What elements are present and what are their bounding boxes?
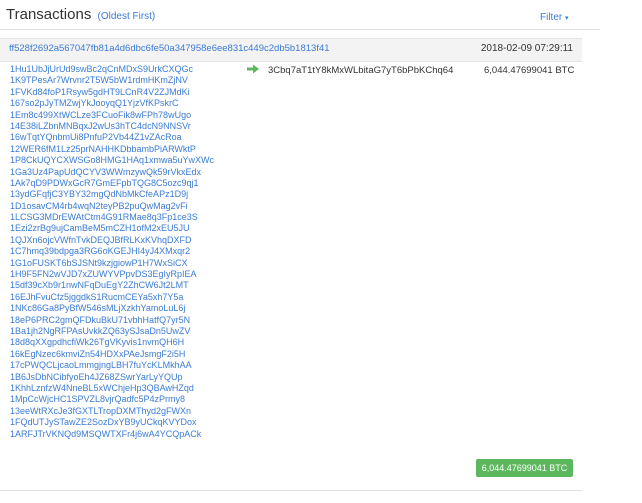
input-address-link[interactable]: 1NKc86Ga8PyBfW546sMLjXzkhYamoLuL6j [10,303,250,314]
input-address-link[interactable]: 12WER6fM1Lz25prNAHHKDbbambPiARWktP [10,144,250,155]
right-arrow-icon [247,64,259,74]
transactions-header: Transactions (Oldest First) Filter ▾ [0,0,642,30]
input-address-link[interactable]: 1QJXn6ojcVWfnTvkDEQJBfRLKxKVhqDXFD [10,235,250,246]
sort-order-link[interactable]: (Oldest First) [97,11,155,22]
input-address-link[interactable]: 1K9TPesAr7Wrvnr2T5W5bW1rdmHKmZjNV [10,75,250,86]
input-address-link[interactable]: 16wTqtYQnbmUi8PnfuP2Vb44Z1vZAcRoa [10,132,250,143]
input-address-link[interactable]: 1H9F5FN2wVJD7xZUWYVPpvDS3EgIyRpIEA [10,269,250,280]
input-address-link[interactable]: 1P8CkUQYCXWSGo8HMG1HAq1xmwa5uYwXWc [10,155,250,166]
input-address-link[interactable]: 1C7hmq39bdpga3RG6oKGEJHI4yJ4XMxqr2 [10,246,250,257]
input-address-link[interactable]: 1B6JsDbNCibfyoEh4JZ68ZSwrYarLyYQUp [10,372,250,383]
input-address-link[interactable]: 1Hu1UbJjUrUd9swBc2qCnMDxS9UrkCXQGc [10,64,250,75]
filter-dropdown[interactable]: Filter ▾ [540,12,569,23]
input-address-link[interactable]: 16EJhFvuCfz5jggdkS1RucmCEYa5xh7Y5a [10,292,250,303]
input-address-link[interactable]: 14E38iLZbnMNBqxJ2wUs3hTC4dcN9NNSVr [10,121,250,132]
input-address-link[interactable]: 13eeWtRXcJe3fGXTLTropDXMThyd2gFWXn [10,406,250,417]
input-address-link[interactable]: 1MpCcWjcHC1SPVZL8vjrQadfc5P4zPrmy8 [10,394,250,405]
output-address[interactable]: 3Cbq7aT1tY8kMxWLbitaG7yT6bPbKChq64 [268,65,453,76]
input-address-link[interactable]: 1FQdUTJySTawZE2SozDxYB9yUCkqKVYDox [10,417,250,428]
input-address-link[interactable]: 167so2pJyTMZwjYkJooyqQ1YjzVfKPskrC [10,98,250,109]
header-divider [0,29,600,30]
input-address-link[interactable]: 17cPWQCLjcaoLmmgjngLBH7fuYcKLMkhAA [10,360,250,371]
input-address-link[interactable]: 1Ba1jh2NgRFPAsUvkkZQ63ySJsaDn5UwZV [10,326,250,337]
input-address-link[interactable]: 1D1osavCM4rb4wqN2teyPB2puQwMag2vFi [10,201,250,212]
input-address-link[interactable]: 16kEgNzec6kmviZn54HDXxPAeJsmgF2i5H [10,349,250,360]
input-address-link[interactable]: 1ARFJTrVKNQd9MSQWTXFr4j6wA4YCQpACk [10,429,250,440]
page-title: Transactions (Oldest First) [6,6,155,23]
input-address-list: 1Hu1UbJjUrUd9swBc2qCnMDxS9UrkCXQGc 1K9TPe… [10,64,250,440]
caret-down-icon: ▾ [565,15,569,22]
transaction-hash-link[interactable]: ff528f2692a567047fb81a4d6dbc6fe50a347958… [9,43,330,54]
input-address-link[interactable]: 1KhhLznfzW4NneBL5xWChjeHp3QBAwHZqd [10,383,250,394]
input-address-link[interactable]: 1LCSG3MDrEWAtCtm4G91RMae8q3Fp1ce3S [10,212,250,223]
input-address-link[interactable]: 1Ezi2zrBg9ujCamBeM5mCZH1ofM2xEU5JU [10,223,250,234]
input-address-link[interactable]: 18eP6PRC2gmQFDkuBkU71vbhHatfQ7yr5N [10,315,250,326]
input-address-link[interactable]: 1G1oFUSKT6bSJSNt9kzjgiowP1H7WxSiCX [10,258,250,269]
filter-label: Filter [540,12,563,23]
input-address-link[interactable]: 15df39cXb9r1nwNFqDuEgY2ZhCW6Jt2LMT [10,280,250,291]
page-title-text: Transactions [6,6,92,23]
transaction-header-row: ff528f2692a567047fb81a4d6dbc6fe50a347958… [0,38,582,62]
input-address-link[interactable]: 18d8qXXgpdhcfiWk26TgVKyvis1nvmQH6H [10,337,250,348]
footer-divider [0,490,582,491]
total-amount-badge: 6,044.47699041 BTC [476,459,573,477]
input-address-link[interactable]: 1Em8c499XtWCLze3FCuoFik8wFPh78wUgo [10,110,250,121]
input-address-link[interactable]: 1Ak7qD9PDWxGcR7GmEFpbTQG8C5ozc9qj1 [10,178,250,189]
input-address-link[interactable]: 13ydGFqfjC3YBY32mgQdNbMkCfeAPz1D9j [10,189,250,200]
input-address-link[interactable]: 1FVKd84foP1Rsyw5gdHT9LCnR4V2ZJMdKi [10,87,250,98]
output-amount: 6,044.47699041 BTC [484,65,575,76]
input-address-link[interactable]: 1Ga3Uz4PapUdQCYV3WWmzywQk59rVkxEdx [10,167,250,178]
transaction-date: 2018-02-09 07:29:11 [480,43,573,54]
